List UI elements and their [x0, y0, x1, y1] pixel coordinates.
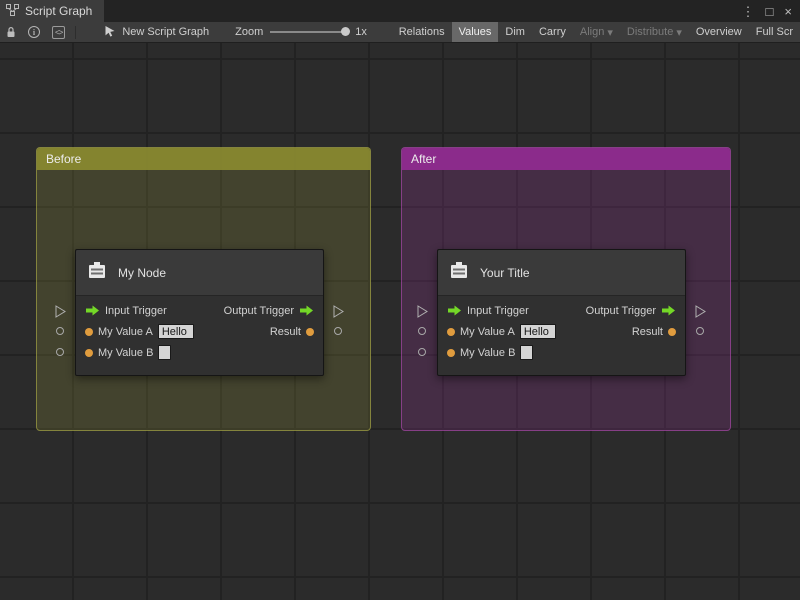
- graph-toolbar: i <> New Script Graph Zoom 1x Relations …: [0, 22, 800, 43]
- chevron-down-icon: ▾: [676, 26, 682, 39]
- dim-button[interactable]: Dim: [498, 22, 532, 42]
- external-value-port[interactable]: [56, 327, 64, 335]
- overview-button[interactable]: Overview: [689, 22, 749, 42]
- carry-button[interactable]: Carry: [532, 22, 573, 42]
- external-trigger-port[interactable]: [55, 305, 66, 323]
- node-my-node[interactable]: My Node Input Trigger Output Trigger My …: [75, 249, 324, 376]
- port-label: Result: [270, 326, 301, 338]
- value-port-row: My Value B: [76, 342, 323, 363]
- relations-button[interactable]: Relations: [392, 22, 452, 42]
- value-out-port[interactable]: [306, 328, 314, 336]
- value-a-input[interactable]: [158, 324, 194, 339]
- node-your-title[interactable]: Your Title Input Trigger Output Trigger …: [437, 249, 686, 376]
- script-graph-icon: [6, 4, 19, 19]
- group-before-header[interactable]: Before: [37, 148, 370, 170]
- trigger-port-row: Input Trigger Output Trigger: [438, 300, 685, 321]
- lock-icon[interactable]: [0, 22, 22, 42]
- tab-script-graph[interactable]: Script Graph: [0, 0, 104, 22]
- external-trigger-port[interactable]: [417, 305, 428, 323]
- tab-title: Script Graph: [25, 4, 92, 18]
- node-body: Input Trigger Output Trigger My Value A …: [76, 296, 323, 375]
- node-title: My Node: [118, 266, 166, 280]
- external-value-port[interactable]: [696, 327, 704, 335]
- graph-pointer-icon: [104, 25, 116, 40]
- fullscreen-button[interactable]: Full Scr: [749, 22, 800, 42]
- port-label: Input Trigger: [105, 305, 167, 317]
- value-out-port[interactable]: [668, 328, 676, 336]
- value-b-input[interactable]: [520, 345, 533, 360]
- trigger-port-row: Input Trigger Output Trigger: [76, 300, 323, 321]
- group-after-header[interactable]: After: [402, 148, 730, 170]
- value-port-row: My Value B: [438, 342, 685, 363]
- value-in-port[interactable]: [447, 349, 455, 357]
- unit-icon: [86, 260, 108, 285]
- port-label: My Value B: [460, 347, 515, 359]
- zoom-slider-knob[interactable]: [341, 27, 350, 36]
- value-port-row: My Value A Result: [76, 321, 323, 342]
- port-label: Output Trigger: [586, 305, 656, 317]
- zoom-label: Zoom: [235, 26, 263, 38]
- group-title: Before: [46, 152, 81, 166]
- port-label: My Value B: [98, 347, 153, 359]
- value-a-input[interactable]: [520, 324, 556, 339]
- chevron-down-icon: ▾: [607, 26, 613, 39]
- trigger-in-port[interactable]: [447, 305, 462, 316]
- node-title: Your Title: [480, 266, 530, 280]
- graph-name: New Script Graph: [122, 26, 209, 38]
- external-value-port[interactable]: [56, 348, 64, 356]
- code-icon[interactable]: <>: [46, 22, 71, 42]
- trigger-out-port[interactable]: [661, 305, 676, 316]
- external-trigger-port[interactable]: [333, 305, 344, 323]
- value-b-input[interactable]: [158, 345, 171, 360]
- external-value-port[interactable]: [418, 348, 426, 356]
- zoom-value: 1x: [355, 26, 367, 38]
- value-in-port[interactable]: [447, 328, 455, 336]
- port-label: My Value A: [98, 326, 153, 338]
- external-value-port[interactable]: [418, 327, 426, 335]
- unit-icon: [448, 260, 470, 285]
- value-port-row: My Value A Result: [438, 321, 685, 342]
- port-label: Result: [632, 326, 663, 338]
- port-label: Input Trigger: [467, 305, 529, 317]
- window-titlebar: Script Graph ⋮ □ ×: [0, 0, 800, 22]
- value-in-port[interactable]: [85, 349, 93, 357]
- graph-canvas[interactable]: Before After My Node: [0, 43, 800, 600]
- close-icon[interactable]: ×: [784, 5, 792, 18]
- value-in-port[interactable]: [85, 328, 93, 336]
- node-header[interactable]: My Node: [76, 250, 323, 296]
- node-header[interactable]: Your Title: [438, 250, 685, 296]
- zoom-cluster: Zoom 1x: [235, 26, 367, 38]
- trigger-out-port[interactable]: [299, 305, 314, 316]
- node-body: Input Trigger Output Trigger My Value A …: [438, 296, 685, 375]
- info-icon[interactable]: i: [22, 22, 46, 42]
- toolbar-separator: [75, 26, 76, 39]
- values-button[interactable]: Values: [452, 22, 499, 42]
- external-trigger-port[interactable]: [695, 305, 706, 323]
- port-label: Output Trigger: [224, 305, 294, 317]
- graph-name-cluster[interactable]: New Script Graph: [104, 25, 209, 40]
- align-button: Align ▾: [573, 22, 620, 42]
- external-value-port[interactable]: [334, 327, 342, 335]
- window-menu-icon[interactable]: ⋮: [742, 5, 755, 18]
- distribute-button: Distribute ▾: [620, 22, 689, 42]
- window-controls: ⋮ □ ×: [742, 0, 800, 22]
- toolbar-buttons: Relations Values Dim Carry Align ▾ Distr…: [392, 22, 800, 42]
- trigger-in-port[interactable]: [85, 305, 100, 316]
- port-label: My Value A: [460, 326, 515, 338]
- group-title: After: [411, 152, 436, 166]
- zoom-slider[interactable]: [270, 31, 348, 33]
- maximize-icon[interactable]: □: [766, 5, 774, 18]
